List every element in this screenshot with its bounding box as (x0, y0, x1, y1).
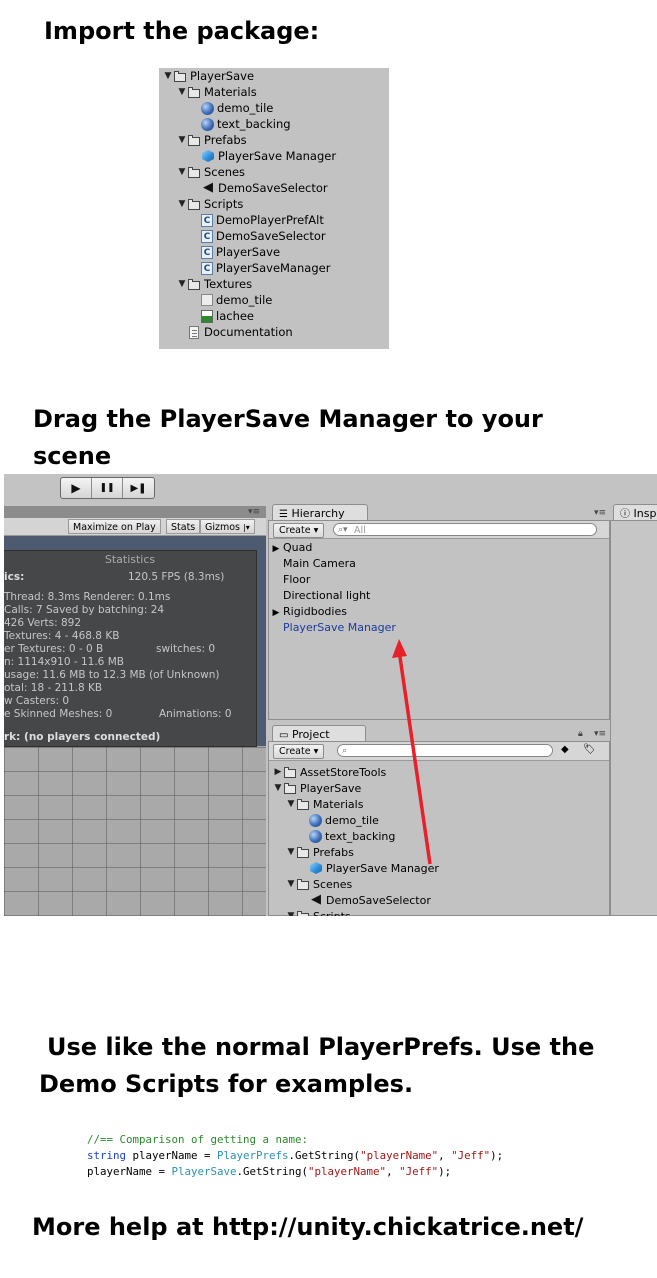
code-text: .GetString( (288, 1149, 361, 1162)
tree-item[interactable]: ▼ Materials (177, 84, 257, 100)
drag-heading-line2: scene (33, 442, 112, 470)
import-heading: Import the package: (44, 17, 320, 45)
tree-item[interactable]: PlayerSave Manager (191, 148, 336, 164)
drag-heading-line1: Drag the PlayerSave Manager to your (33, 405, 543, 433)
tree-item-label: PlayerSaveManager (216, 261, 331, 275)
tree-item[interactable]: demo_tile (191, 292, 272, 308)
csharp-script-icon: C (201, 245, 213, 259)
tree-item-label: PlayerSave (216, 245, 281, 259)
code-text: .GetString( (236, 1165, 309, 1178)
code-comment: //== Comparison of getting a name: (87, 1133, 309, 1146)
code-string: "Jeff" (399, 1165, 439, 1178)
tree-item-label: Textures (204, 277, 253, 291)
folder-icon (187, 277, 201, 291)
tree-item[interactable]: C PlayerSaveManager (191, 260, 330, 276)
tree-item-label: Scripts (204, 197, 244, 211)
unity-editor-screenshot: ▶ ❚❚ ▶❚ ▾≡ Maximize on Play Stats Gizmos… (4, 474, 657, 916)
code-string: "playerName" (308, 1165, 387, 1178)
folder-icon (187, 197, 201, 211)
texture-icon (201, 309, 213, 323)
tree-item[interactable]: C DemoSaveSelector (191, 228, 326, 244)
tree-item[interactable]: ▼ PlayerSave (163, 68, 254, 84)
tree-item[interactable]: ◀︎ DemoSaveSelector (191, 180, 328, 196)
tree-item-label: demo_tile (216, 293, 273, 307)
tree-item[interactable]: ▼ Scripts (177, 196, 244, 212)
code-class: PlayerSave (171, 1165, 237, 1178)
csharp-script-icon: C (201, 213, 213, 227)
folder-icon (187, 85, 201, 99)
drag-arrow-head (392, 639, 407, 658)
code-string: "playerName" (360, 1149, 439, 1162)
texture-icon (201, 294, 213, 306)
folder-icon (187, 165, 201, 179)
code-text: , (386, 1165, 400, 1178)
tree-item[interactable]: text_backing (191, 116, 291, 132)
usage-heading-line1: Use like the normal PlayerPrefs. Use the (47, 1033, 595, 1061)
code-keyword: string (87, 1149, 127, 1162)
tree-item[interactable]: Documentation (177, 324, 293, 340)
expand-toggle-icon[interactable]: ▼ (177, 135, 187, 145)
tree-item-label: DemoSaveSelector (216, 229, 326, 243)
prefab-icon (201, 149, 215, 163)
tree-item-label: DemoPlayerPrefAlt (216, 213, 324, 227)
tree-item[interactable]: ▼ Scenes (177, 164, 246, 180)
tree-item[interactable]: ▼ Prefabs (177, 132, 247, 148)
csharp-script-icon: C (201, 229, 213, 243)
folder-icon (187, 133, 201, 147)
tree-item-label: Prefabs (204, 133, 247, 147)
material-icon (201, 117, 214, 131)
code-text: ); (438, 1165, 452, 1178)
csharp-script-icon: C (201, 261, 213, 275)
tree-item-label: lachee (216, 309, 255, 323)
code-text: , (438, 1149, 452, 1162)
expand-toggle-icon[interactable]: ▼ (177, 167, 187, 177)
tree-item-label: demo_tile (217, 101, 274, 115)
code-string: "Jeff" (451, 1149, 491, 1162)
drag-arrow-line (397, 649, 432, 865)
code-text: playerName = (87, 1165, 172, 1178)
expand-toggle-icon[interactable]: ▼ (177, 199, 187, 209)
folder-icon (173, 69, 187, 83)
package-tree: ▼ PlayerSave ▼ Materials demo_tile text_backi… (159, 68, 389, 349)
code-class: PlayerPrefs (217, 1149, 289, 1162)
unity-scene-icon: ◀︎ (203, 180, 213, 195)
tree-item-label: Materials (204, 85, 257, 99)
tree-item[interactable]: ▼ Textures (177, 276, 253, 292)
expand-toggle-icon[interactable]: ▼ (177, 279, 187, 289)
tree-item-label: PlayerSave (190, 69, 255, 83)
expand-toggle-icon[interactable]: ▼ (163, 71, 173, 81)
drag-arrow (392, 639, 432, 865)
help-heading: More help at http://unity.chickatrice.ne… (32, 1213, 584, 1241)
tree-item-label: Documentation (204, 325, 293, 339)
document-icon (189, 325, 199, 339)
expand-toggle-icon[interactable]: ▼ (177, 87, 187, 97)
usage-heading-line2: Demo Scripts for examples. (39, 1070, 414, 1098)
tree-item[interactable]: demo_tile (191, 100, 273, 116)
tree-item[interactable]: C DemoPlayerPrefAlt (191, 212, 324, 228)
material-icon (201, 101, 214, 115)
code-sample: //== Comparison of getting a name: strin… (87, 1132, 503, 1180)
tree-item-label: Scenes (204, 165, 246, 179)
tree-item-label: text_backing (217, 117, 291, 131)
tree-item[interactable]: C PlayerSave (191, 244, 280, 260)
tree-item-label: PlayerSave Manager (218, 149, 337, 163)
tree-item[interactable]: lachee (191, 308, 254, 324)
code-text: ); (490, 1149, 504, 1162)
tree-item-label: DemoSaveSelector (218, 181, 328, 195)
code-text: playerName = (126, 1149, 218, 1162)
